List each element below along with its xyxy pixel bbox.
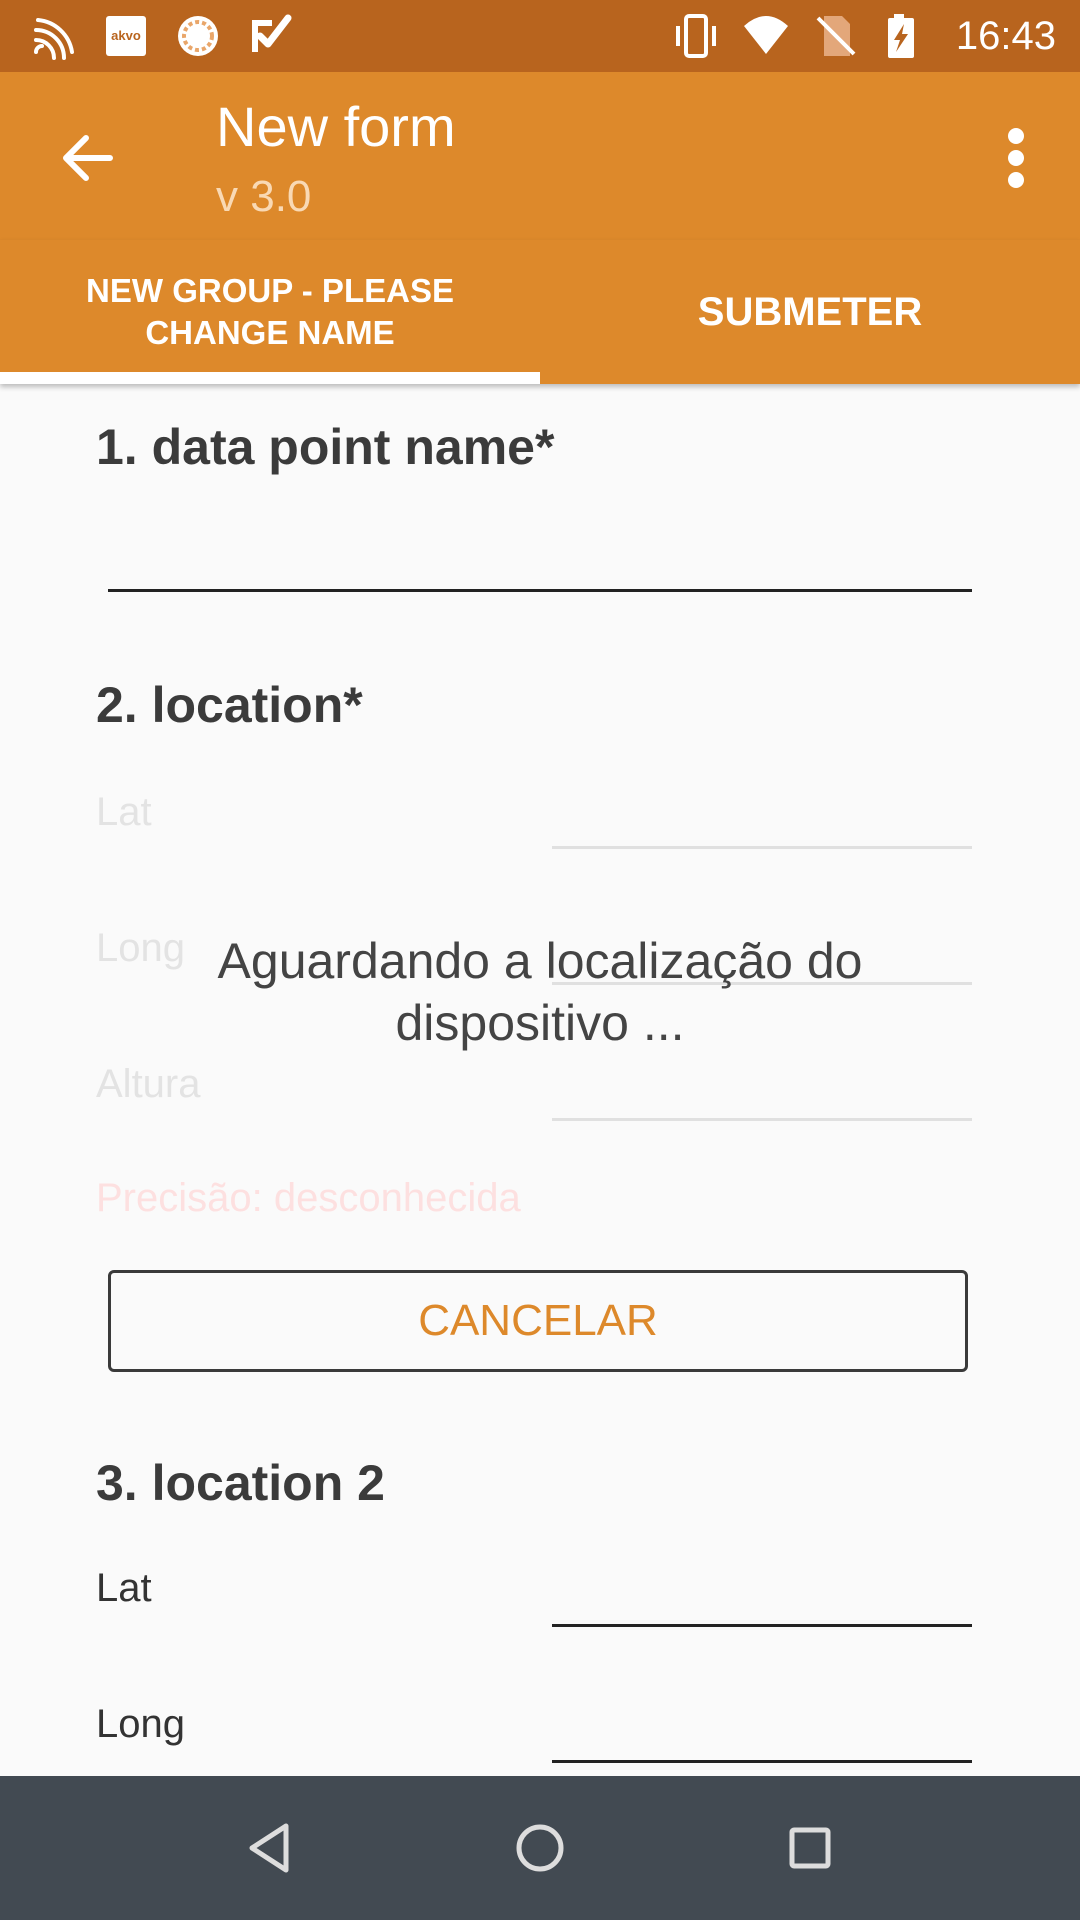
question-2-title: 2. location*	[96, 677, 363, 733]
wifi-icon	[744, 16, 788, 54]
tab-indicator	[0, 372, 540, 384]
data-point-name-underline	[108, 589, 972, 592]
system-nav-bar	[0, 1776, 1080, 1920]
q2-altitude-field[interactable]	[552, 1118, 972, 1121]
tab-submit[interactable]: SUBMETER	[540, 240, 1080, 384]
question-1-title: 1. data point name*	[96, 419, 555, 475]
vibrate-icon	[676, 14, 716, 58]
sync-icon	[178, 16, 218, 56]
tab-group-label: NEW GROUP - PLEASE CHANGE NAME	[86, 272, 454, 351]
q2-lat-label: Lat	[96, 790, 152, 834]
data-point-name-input[interactable]	[108, 510, 972, 590]
precision-text: Precisão: desconhecida	[96, 1176, 521, 1220]
no-sim-icon	[816, 16, 856, 56]
q2-altitude-label: Altura	[96, 1062, 201, 1106]
nav-recents-icon[interactable]	[778, 1816, 842, 1880]
q2-lat-field[interactable]	[552, 846, 972, 849]
app-bar: New form v 3.0	[0, 72, 1080, 240]
form-version: v 3.0	[216, 172, 312, 221]
wifi-signal-icon	[34, 18, 74, 60]
tab-group[interactable]: NEW GROUP - PLEASE CHANGE NAME	[0, 240, 540, 384]
status-bar: akvo 16:43	[0, 0, 1080, 72]
q3-lat-label: Lat	[96, 1566, 152, 1610]
status-time: 16:43	[955, 14, 1056, 58]
tab-submit-label: SUBMETER	[697, 289, 923, 334]
question-3-title: 3. location 2	[96, 1455, 385, 1511]
akvo-icon-text: akvo	[111, 28, 141, 43]
cancel-button[interactable]: CANCELAR	[108, 1270, 968, 1372]
q3-long-field[interactable]	[552, 1760, 972, 1763]
check-icon	[252, 14, 292, 52]
waiting-location-message: Aguardando a localização do dispositivo …	[217, 933, 863, 1051]
page-title: New form	[216, 95, 456, 158]
akvo-icon: akvo	[106, 16, 146, 56]
tab-bar: NEW GROUP - PLEASE CHANGE NAME SUBMETER	[0, 240, 1080, 384]
battery-charging-icon	[888, 14, 914, 58]
back-arrow-icon[interactable]	[52, 122, 124, 194]
q3-long-label: Long	[96, 1702, 185, 1746]
nav-back-icon[interactable]	[238, 1816, 302, 1880]
overflow-menu-icon[interactable]	[986, 122, 1046, 194]
nav-home-icon[interactable]	[508, 1816, 572, 1880]
q3-lat-field[interactable]	[552, 1624, 972, 1627]
